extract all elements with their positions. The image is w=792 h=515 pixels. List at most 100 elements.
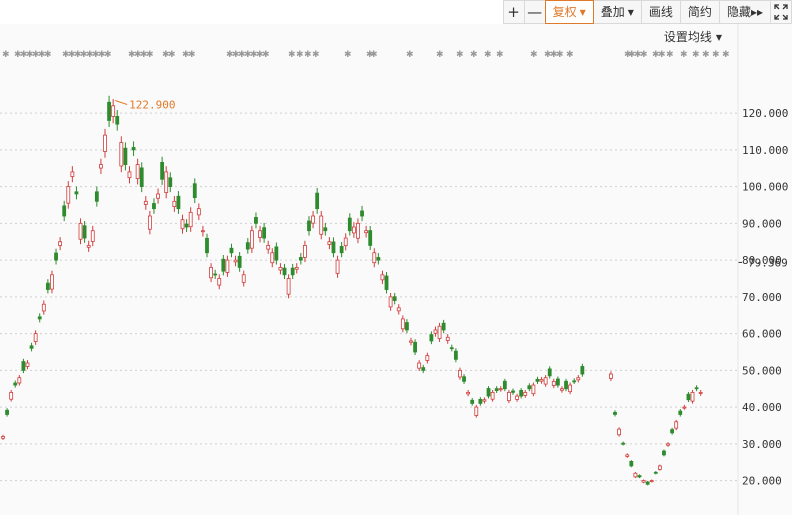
candle-body <box>580 366 585 375</box>
candle-body <box>519 389 524 397</box>
zoom-in-button[interactable]: + <box>502 0 525 24</box>
candle-body <box>466 392 471 395</box>
event-marker-icon: ✱ <box>470 50 478 60</box>
draw-line-button[interactable]: 画线 <box>640 0 681 24</box>
candle-body <box>368 230 373 246</box>
candle-body <box>523 392 528 396</box>
event-marker-icon: ✱ <box>640 50 648 60</box>
candle-body <box>94 191 99 202</box>
candle-body <box>160 162 165 180</box>
adjust-label: 复权 <box>552 5 577 19</box>
overlay-dropdown[interactable]: 叠加 ▼ <box>592 0 642 24</box>
candle-body <box>409 340 413 343</box>
candle-body <box>78 222 83 240</box>
candle-body <box>551 380 556 386</box>
candle-body <box>637 475 642 478</box>
candle-body <box>625 454 630 457</box>
candle-body <box>307 220 311 232</box>
candle-body <box>400 318 405 330</box>
candle-body <box>617 428 621 436</box>
candle-body <box>555 378 560 386</box>
candle-body <box>364 230 369 234</box>
candle-body <box>515 395 519 400</box>
candle-body <box>147 215 152 230</box>
candle-body <box>633 472 638 478</box>
candle-body <box>17 377 22 384</box>
candle-body <box>156 193 160 199</box>
candle-body <box>531 384 536 395</box>
candle-body <box>511 390 515 393</box>
candle-body <box>478 398 483 404</box>
price-chart-area[interactable]: 120.000 110.000 100.000 90.000 80.000 70.000 6… <box>0 24 792 515</box>
candlestick-chart[interactable]: 120.000110.000100.00090.00080.00070.0006… <box>0 24 792 515</box>
candle-body <box>62 205 67 217</box>
candle-body <box>437 325 442 339</box>
candle-body <box>568 384 573 393</box>
candle-body <box>221 258 226 272</box>
candle-body <box>294 267 299 270</box>
candle-body <box>180 219 185 230</box>
candle-body <box>70 171 75 177</box>
caret-down-icon: ▼ <box>627 8 634 17</box>
candle-body <box>315 192 320 210</box>
event-marker-icon: ✱ <box>344 50 352 60</box>
peak-price-label: 122.900 <box>129 98 175 111</box>
candle-body <box>205 237 209 254</box>
candle-body <box>103 134 107 152</box>
candle-body <box>54 252 58 261</box>
candle-body <box>690 392 695 402</box>
zoom-out-button[interactable]: — <box>523 0 546 24</box>
candle-body <box>429 334 434 342</box>
candle-body <box>613 411 617 415</box>
candle-body <box>653 471 658 474</box>
candle-body <box>547 368 552 377</box>
candle-body <box>470 399 475 404</box>
candle-body <box>482 399 487 402</box>
moving-average-settings-dropdown[interactable]: 设置均线 ▼ <box>664 28 722 45</box>
candle-body <box>139 167 144 188</box>
candle-body <box>233 259 238 263</box>
candle-body <box>41 303 46 312</box>
event-marker-icon: ✱ <box>104 50 112 60</box>
candle-body <box>449 347 454 350</box>
candle-body <box>649 480 654 483</box>
candle-body <box>441 322 446 331</box>
hide-button[interactable]: 隐藏▸▸ <box>718 0 771 24</box>
candle-body <box>58 241 63 246</box>
event-marker-icon: ✱ <box>146 50 154 60</box>
adjust-dropdown[interactable]: 复权 ▼ <box>544 0 594 24</box>
candle-body <box>172 200 177 208</box>
event-marker-icon: ✱ <box>702 50 710 60</box>
candle-body <box>396 307 401 312</box>
candle-body <box>176 195 181 210</box>
event-marker-icon: ✱ <box>370 50 378 60</box>
candle-body <box>380 274 385 281</box>
candle-body <box>29 345 34 349</box>
candle-body <box>66 186 71 204</box>
candle-body <box>241 274 246 283</box>
expand-icon[interactable] <box>770 0 792 24</box>
simple-mode-button[interactable]: 简约 <box>679 0 720 24</box>
candle-body <box>474 406 479 416</box>
candle-body <box>609 373 613 379</box>
event-marker-icon: ✱ <box>484 50 492 60</box>
candle-body <box>458 369 462 378</box>
candle-body <box>278 267 283 271</box>
candle-body <box>245 242 250 250</box>
candle-body <box>543 377 548 385</box>
candle-body <box>119 142 124 167</box>
candle-body <box>327 241 332 245</box>
event-marker-icon: ✱ <box>692 50 700 60</box>
event-marker-icon: ✱ <box>312 50 320 60</box>
event-marker-icon: ✱ <box>456 50 464 60</box>
candle-body <box>576 377 581 381</box>
event-marker-icon: ✱ <box>262 50 270 60</box>
candle-body <box>86 245 91 248</box>
candle-body <box>662 450 666 456</box>
y-tick-label: 50.000 <box>742 364 782 377</box>
candle-body <box>13 382 18 386</box>
candle-body <box>629 461 634 467</box>
candle-body <box>290 267 295 276</box>
candle-body <box>490 392 495 400</box>
candle-body <box>343 237 348 247</box>
